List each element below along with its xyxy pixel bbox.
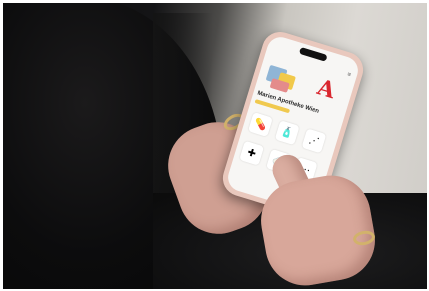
medicine-icon[interactable]: 🧴 [274, 120, 300, 146]
photo-scene: ≡ A Marien Apotheke Wien 💊 🧴 ⋰ ✚ 🍼 ⋯ [3, 3, 427, 289]
pill-box-icon[interactable]: 💊 [247, 112, 273, 137]
dynamic-island [298, 46, 328, 62]
first-aid-icon[interactable]: ✚ [239, 140, 265, 166]
apotheke-logo: A [314, 74, 339, 105]
network-icon[interactable]: ⋰ [301, 128, 327, 154]
